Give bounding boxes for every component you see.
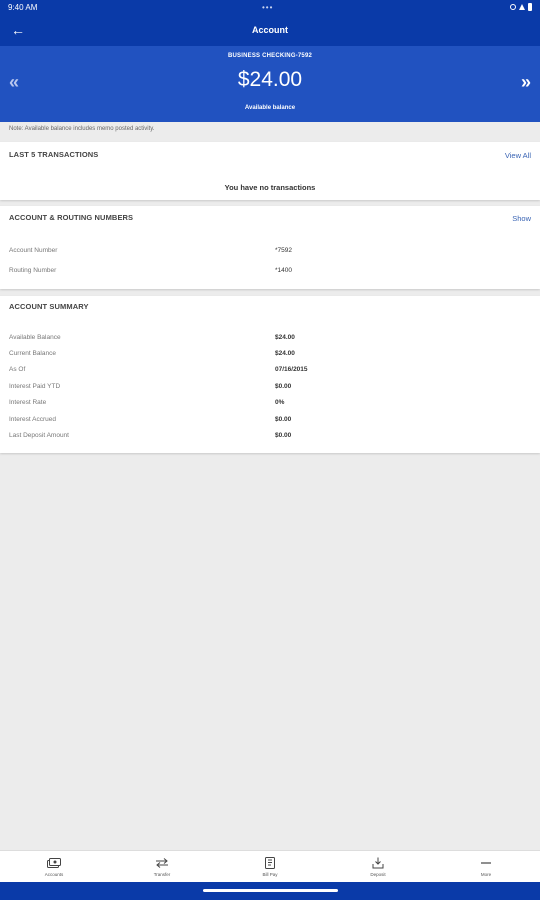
next-account-icon[interactable]: » xyxy=(516,72,536,92)
bill-pay-icon xyxy=(263,856,277,869)
show-numbers-link[interactable]: Show xyxy=(512,214,531,223)
transactions-title: LAST 5 TRANSACTIONS xyxy=(9,150,99,159)
available-balance-amount: $24.00 xyxy=(237,68,303,91)
summary-row-value: 07/16/2015 xyxy=(275,366,308,373)
summary-row-label: Interest Paid YTD xyxy=(9,383,61,390)
accounts-icon xyxy=(47,857,61,869)
nav-label: Bill Pay xyxy=(262,871,278,877)
status-icons xyxy=(510,3,532,11)
transactions-card: LAST 5 TRANSACTIONS View All You have no… xyxy=(0,142,540,200)
summary-row-label: As Of xyxy=(9,366,26,373)
summary-row-value: $0.00 xyxy=(275,416,292,423)
summary-row-value: $0.00 xyxy=(275,383,292,390)
nav-label: Accounts xyxy=(44,871,64,877)
nav-transfer[interactable]: Transfer xyxy=(108,851,216,882)
summary-row-label: Last Deposit Amount xyxy=(9,432,69,439)
nav-accounts[interactable]: Accounts xyxy=(0,851,108,882)
multitask-dots: ••• xyxy=(262,3,274,12)
account-number-value: *7592 xyxy=(275,247,292,254)
account-name: BUSINESS CHECKING-7592 xyxy=(227,53,313,59)
nav-label: More xyxy=(480,871,492,877)
account-summary-card: ACCOUNT SUMMARY Available Balance $24.00… xyxy=(0,296,540,453)
app-bar: ← Account xyxy=(0,14,540,46)
view-all-link[interactable]: View All xyxy=(505,151,531,160)
sync-icon xyxy=(510,4,516,10)
no-transactions-message: You have no transactions xyxy=(224,183,316,192)
battery-icon xyxy=(528,3,532,11)
more-icon xyxy=(479,857,493,869)
routing-card: ACCOUNT & ROUTING NUMBERS Show Account N… xyxy=(0,206,540,289)
summary-row-value: $24.00 xyxy=(275,350,295,357)
summary-row-label: Current Balance xyxy=(9,350,56,357)
status-bar: 9:40 AM ••• xyxy=(0,0,540,14)
home-gesture-handle[interactable] xyxy=(203,889,338,892)
page-title: Account xyxy=(252,25,288,35)
summary-row-value: $0.00 xyxy=(275,432,292,439)
wifi-icon xyxy=(519,4,525,10)
nav-more[interactable]: More xyxy=(432,851,540,882)
back-arrow-icon[interactable]: ← xyxy=(8,20,28,40)
transfer-icon xyxy=(155,857,169,869)
nav-label: Transfer xyxy=(153,871,171,877)
available-balance-label: Available balance xyxy=(244,105,296,111)
nav-bill-pay[interactable]: Bill Pay xyxy=(216,851,324,882)
account-number-label: Account Number xyxy=(9,247,58,254)
routing-number-value: *1400 xyxy=(275,267,292,274)
nav-deposit[interactable]: Deposit xyxy=(324,851,432,882)
balance-note: Note: Available balance includes memo po… xyxy=(0,122,540,138)
nav-label: Deposit xyxy=(370,871,386,877)
routing-number-label: Routing Number xyxy=(9,267,57,274)
routing-title: ACCOUNT & ROUTING NUMBERS xyxy=(9,213,134,222)
system-gesture-bar xyxy=(0,882,540,900)
summary-row-label: Interest Rate xyxy=(9,399,47,406)
summary-row-value: 0% xyxy=(275,399,285,406)
balance-hero: « BUSINESS CHECKING-7592 $24.00 Availabl… xyxy=(0,46,540,122)
deposit-icon xyxy=(371,857,385,869)
summary-title: ACCOUNT SUMMARY xyxy=(9,302,89,311)
summary-row-label: Available Balance xyxy=(9,334,61,341)
summary-row-label: Interest Accrued xyxy=(9,416,56,423)
summary-row-value: $24.00 xyxy=(275,334,295,341)
status-time: 9:40 AM xyxy=(8,2,38,12)
bottom-navigation: Accounts Transfer Bill Pay Deposit More xyxy=(0,850,540,882)
